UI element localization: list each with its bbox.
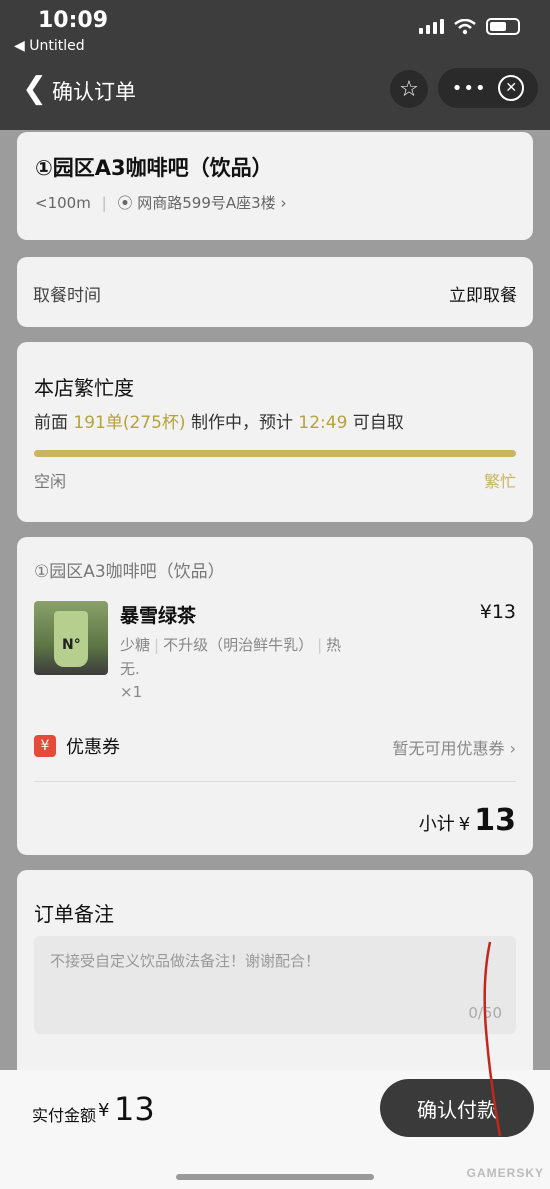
store-distance: <100m xyxy=(35,194,91,212)
store-card[interactable]: ①园区A3咖啡吧（饮品） <100m | ⦿ 网商路599号A座3楼 › xyxy=(17,132,533,240)
queue-suffix: 可自取 xyxy=(352,413,404,433)
wifi-icon xyxy=(454,18,476,34)
back-arrow-icon[interactable]: ❮ xyxy=(22,72,47,106)
watermark: GAMERSKY xyxy=(466,1166,544,1180)
red-annotation-mark xyxy=(483,941,502,1137)
queue-middle: 制作中，预计 xyxy=(190,413,293,433)
subtotal-label: 小计 xyxy=(418,814,455,835)
busyness-bar xyxy=(34,450,516,457)
bottom-pay-bar: 实付金额 ¥ 13 确认付款 GAMERSKY xyxy=(0,1070,550,1189)
queue-prefix: 前面 xyxy=(34,413,68,433)
pay-currency: ¥ xyxy=(98,1100,110,1121)
store-meta: <100m | ⦿ 网商路599号A座3楼 › xyxy=(35,192,286,213)
chevron-right-icon: › xyxy=(504,739,516,758)
busyness-low-label: 空闲 xyxy=(34,472,67,491)
queue-info: 前面 191单(275杯) 制作中，预计 12:49 可自取 xyxy=(34,408,404,433)
option-temp: 热 xyxy=(326,636,342,654)
option-sugar: 少糖 xyxy=(120,636,151,654)
coupon-row[interactable]: ¥ 优惠券 暂无可用优惠券 › xyxy=(34,733,516,759)
coupon-value-text: 暂无可用优惠券 xyxy=(392,739,505,758)
busyness-title: 本店繁忙度 xyxy=(34,376,134,400)
order-note-placeholder: 不接受自定义饮品做法备注！谢谢配合！ xyxy=(50,952,321,970)
order-note-title: 订单备注 xyxy=(34,902,114,926)
pickup-time-label: 取餐时间 xyxy=(33,286,101,306)
close-icon[interactable]: ✕ xyxy=(498,75,525,101)
product-price: ¥13 xyxy=(479,601,516,623)
pay-amount: 13 xyxy=(114,1090,155,1128)
store-name: ①园区A3咖啡吧（饮品） xyxy=(35,156,273,180)
divider: | xyxy=(101,194,107,212)
divider xyxy=(34,781,516,782)
product-name: 暴雪绿茶 xyxy=(120,605,197,627)
cup-logo: N° xyxy=(62,637,81,653)
battery-icon xyxy=(486,18,520,35)
coupon-icon: ¥ xyxy=(34,735,56,757)
eta-time: 12:49 xyxy=(298,413,348,433)
option-extra: 无. xyxy=(120,660,140,678)
chevron-right-icon: › xyxy=(280,194,287,212)
status-time: 10:09 xyxy=(38,8,109,33)
order-card: ①园区A3咖啡吧（饮品） N° 暴雪绿茶 ¥13 少糖 | 不升级（明治鲜牛乳） | 热… xyxy=(17,537,533,855)
product-image: N° xyxy=(34,601,108,675)
order-store-name: ①园区A3咖啡吧（饮品） xyxy=(34,562,225,582)
home-indicator xyxy=(176,1174,374,1180)
coupon-value: 暂无可用优惠券 › xyxy=(393,735,517,759)
top-bar: 10:09 ◀ Untitled ❮ 确认订单 ☆ ••• ✕ xyxy=(0,0,550,130)
option-upgrade: 不升级（明治鲜牛乳） xyxy=(163,636,314,654)
subtotal: 小计 ¥ 13 xyxy=(419,803,516,838)
pay-amount-label: 实付金额 xyxy=(32,1106,97,1125)
back-to-app-link[interactable]: ◀ Untitled xyxy=(14,38,85,54)
product-options: 少糖 | 不升级（明治鲜牛乳） | 热 无. xyxy=(120,636,342,678)
queue-count: 191单(275杯) xyxy=(73,413,186,433)
star-icon[interactable]: ☆ xyxy=(390,70,428,108)
subtotal-amount: 13 xyxy=(474,803,516,838)
status-icons xyxy=(419,18,520,35)
product-quantity: ×1 xyxy=(120,683,143,701)
order-note-card: 订单备注 不接受自定义饮品做法备注！谢谢配合！ 0/50 xyxy=(17,870,533,1070)
pickup-time-row[interactable]: 取餐时间 立即取餐 xyxy=(17,257,533,327)
signal-icon xyxy=(419,19,444,34)
store-address: 网商路599号A座3楼 xyxy=(137,194,276,212)
coupon-label: 优惠券 xyxy=(66,737,120,758)
pickup-time-value: 立即取餐 xyxy=(449,286,517,306)
order-note-input[interactable]: 不接受自定义饮品做法备注！谢谢配合！ 0/50 xyxy=(34,936,516,1034)
confirm-payment-button[interactable]: 确认付款 xyxy=(380,1079,534,1137)
page-title: 确认订单 xyxy=(52,80,136,104)
busyness-card: 本店繁忙度 前面 191单(275杯) 制作中，预计 12:49 可自取 空闲 … xyxy=(17,342,533,522)
subtotal-currency: ¥ xyxy=(458,814,471,835)
mini-program-capsule: ••• ✕ xyxy=(438,68,538,108)
more-dots-icon[interactable]: ••• xyxy=(452,78,487,99)
busyness-high-label: 繁忙 xyxy=(483,472,516,491)
location-pin-icon: ⦿ xyxy=(117,194,133,212)
